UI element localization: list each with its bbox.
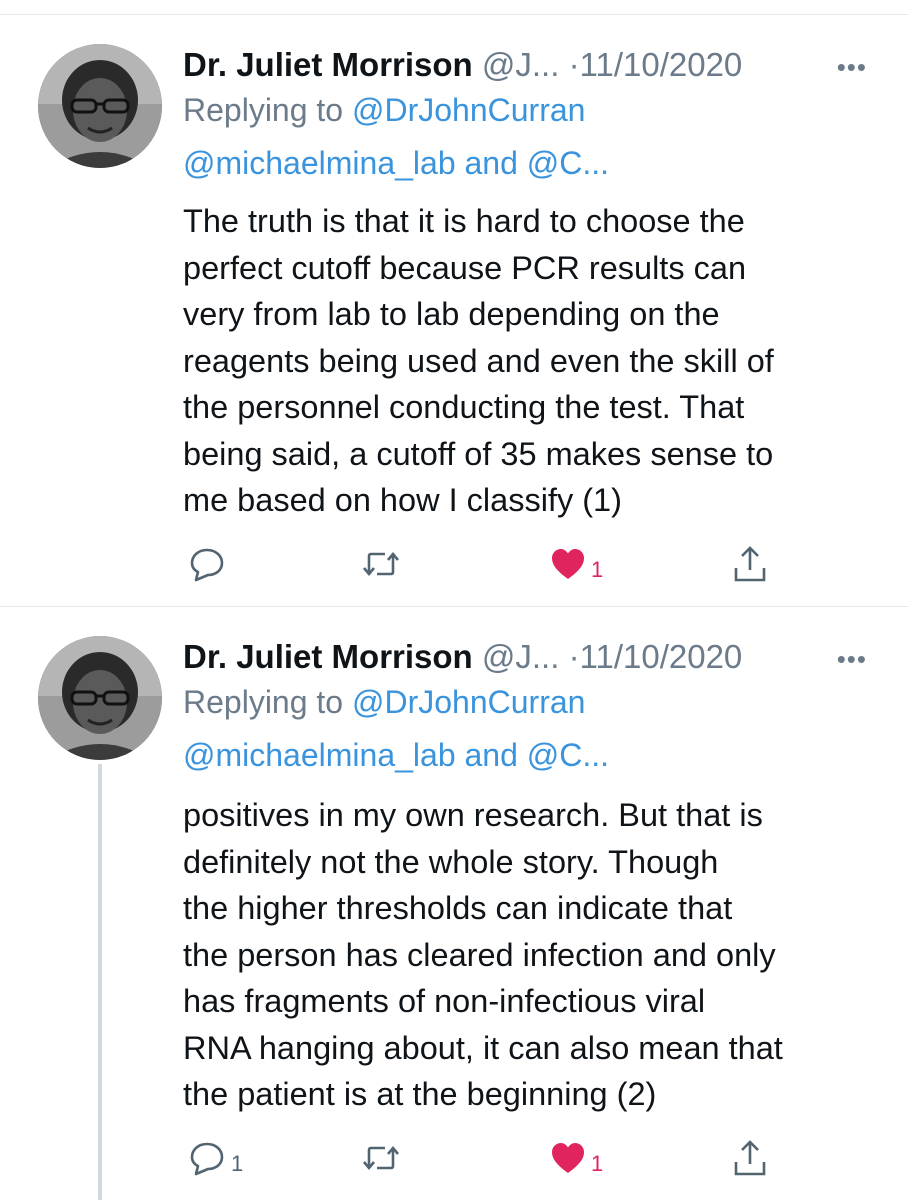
tweet-text-line: definitely not the whole story. Though bbox=[183, 843, 719, 880]
tweet-2[interactable]: Dr. Juliet Morrison @J... ·11/10/2020 ••… bbox=[0, 606, 908, 1200]
like-button[interactable]: 1 bbox=[549, 1136, 603, 1180]
reply-count: 1 bbox=[231, 1151, 244, 1176]
retweet-icon bbox=[363, 551, 399, 577]
retweet-button[interactable] bbox=[359, 1136, 407, 1180]
heart-icon bbox=[552, 549, 584, 579]
replying-to-line: Replying to @DrJohnCurran bbox=[183, 90, 585, 130]
like-button[interactable]: 1 bbox=[549, 542, 603, 586]
tweet-text-line: reagents being used and even the skill o… bbox=[183, 342, 774, 379]
heart-icon bbox=[552, 1143, 584, 1173]
tweet-text-line: very from lab to lab depending on the bbox=[183, 296, 720, 332]
reply-mention-link[interactable]: @DrJohnCurran bbox=[352, 92, 585, 128]
share-button[interactable] bbox=[731, 1136, 769, 1180]
profile-photo-icon bbox=[38, 636, 162, 760]
more-icon[interactable]: ••• bbox=[837, 634, 867, 684]
reply-mention-link[interactable]: @DrJohnCurran bbox=[352, 684, 585, 720]
replying-to-line: Replying to @DrJohnCurran bbox=[183, 682, 585, 722]
tweet-text-line: has fragments of non-infectious viral bbox=[183, 983, 706, 1019]
tweet-text-line: the higher thresholds can indicate that bbox=[183, 890, 733, 926]
separator-dot: · bbox=[568, 638, 580, 675]
reply-others-link[interactable]: @michaelmina_lab and @C... bbox=[183, 145, 609, 181]
reply-button[interactable]: 1 bbox=[187, 1136, 243, 1180]
tweet-1[interactable]: Dr. Juliet Morrison @J... ·11/10/2020 ••… bbox=[0, 0, 908, 606]
tweet-content: Dr. Juliet Morrison @J... ·11/10/2020 ••… bbox=[183, 632, 883, 1192]
tweet-text-line: RNA hanging about, it can also mean that bbox=[183, 1029, 783, 1066]
more-icon[interactable]: ••• bbox=[837, 42, 867, 92]
replying-to-label: Replying to bbox=[183, 92, 344, 128]
author-handle[interactable]: @J... bbox=[482, 46, 560, 83]
tweet-text-line: being said, a cutoff of 35 makes sense t… bbox=[183, 435, 774, 472]
profile-photo-icon bbox=[38, 44, 162, 168]
retweet-icon bbox=[363, 1145, 399, 1171]
author-handle[interactable]: @J... bbox=[482, 638, 560, 675]
tweet-text-line: me based on how I classify (1) bbox=[183, 482, 622, 518]
tweet-date[interactable]: 11/10/2020 bbox=[580, 638, 743, 675]
tweet-actions: 1 1 bbox=[183, 1136, 883, 1180]
like-count: 1 bbox=[591, 557, 604, 582]
like-count: 1 bbox=[591, 1151, 604, 1176]
tweet-text-line: perfect cutoff because PCR results can bbox=[183, 249, 747, 286]
reply-icon bbox=[190, 1142, 224, 1176]
share-icon bbox=[734, 1140, 766, 1176]
tweet-content: Dr. Juliet Morrison @J... ·11/10/2020 ••… bbox=[183, 40, 883, 600]
reply-icon bbox=[190, 548, 224, 582]
share-button[interactable] bbox=[731, 542, 769, 586]
reply-others-line: @michaelmina_lab and @C... bbox=[183, 143, 609, 183]
tweet-text-line: The truth is that it is hard to choose t… bbox=[183, 203, 745, 239]
separator-dot: · bbox=[568, 46, 580, 83]
tweet-text: The truth is that it is hard to choose t… bbox=[183, 198, 883, 524]
tweet-date[interactable]: 11/10/2020 bbox=[580, 46, 743, 83]
tweet-text: positives in my own research. But that i… bbox=[183, 792, 883, 1118]
tweet-text-line: positives in my own research. But that i… bbox=[183, 797, 763, 833]
thread-line bbox=[98, 764, 102, 1200]
retweet-button[interactable] bbox=[359, 542, 407, 586]
avatar[interactable] bbox=[38, 44, 162, 168]
author-display-name[interactable]: Dr. Juliet Morrison bbox=[183, 46, 473, 83]
tweet-header: Dr. Juliet Morrison @J... ·11/10/2020 ••… bbox=[183, 632, 883, 682]
reply-button[interactable] bbox=[187, 542, 231, 586]
avatar[interactable] bbox=[38, 636, 162, 760]
tweet-text-line: the personnel conducting the test. That bbox=[183, 389, 745, 425]
reply-others-line: @michaelmina_lab and @C... bbox=[183, 735, 609, 775]
tweet-actions: 1 bbox=[183, 542, 883, 586]
share-icon bbox=[734, 546, 766, 582]
author-display-name[interactable]: Dr. Juliet Morrison bbox=[183, 638, 473, 675]
reply-others-link[interactable]: @michaelmina_lab and @C... bbox=[183, 737, 609, 773]
tweet-text-line: the patient is at the beginning (2) bbox=[183, 1076, 657, 1112]
tweet-header: Dr. Juliet Morrison @J... ·11/10/2020 ••… bbox=[183, 40, 883, 90]
tweet-text-line: the person has cleared infection and onl… bbox=[183, 936, 776, 973]
replying-to-label: Replying to bbox=[183, 684, 344, 720]
